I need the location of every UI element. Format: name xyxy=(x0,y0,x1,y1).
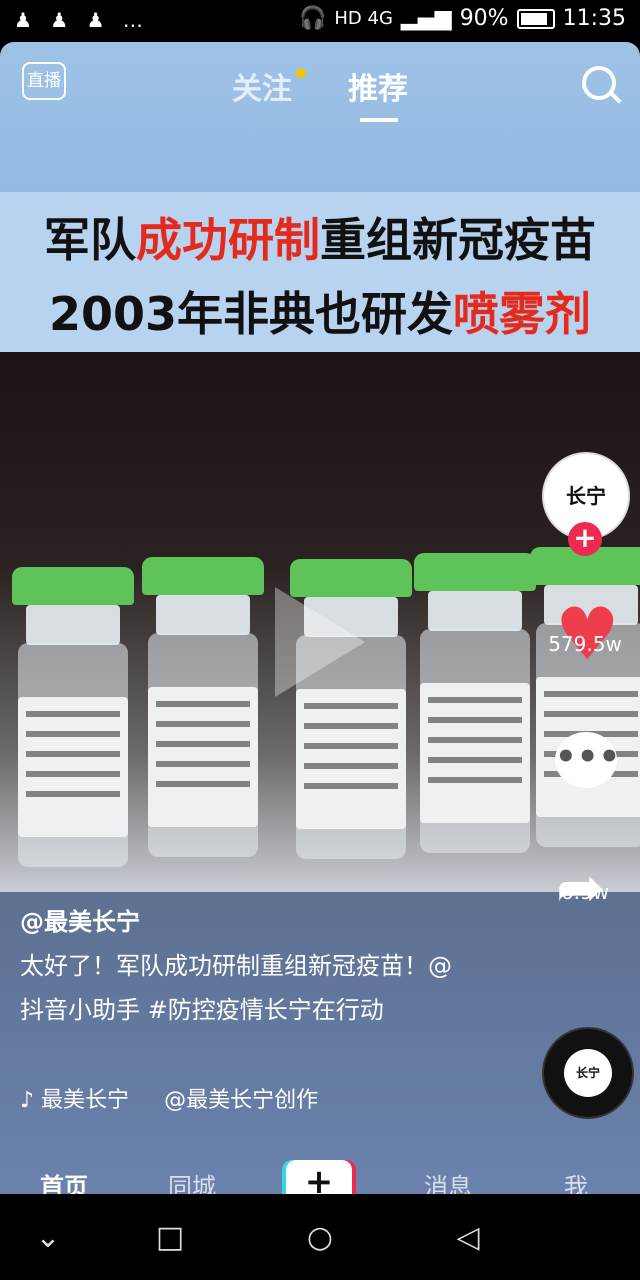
tiktok-note-icon: ♪ xyxy=(20,1088,42,1113)
notification-icons: ♟ ♟ ♟ … xyxy=(14,8,149,32)
video-description: 太好了！军队成功研制重组新冠疫苗！@抖音小助手 #防控疫情长宁在行动 xyxy=(20,952,452,1024)
tab-city[interactable]: 同城 xyxy=(152,1167,232,1194)
clock: 11:35 xyxy=(562,6,626,31)
back-icon[interactable]: ◁ xyxy=(448,1218,488,1258)
play-icon[interactable] xyxy=(275,587,365,697)
collapse-icon[interactable]: ⌄ xyxy=(28,1218,68,1258)
video-feed[interactable]: 军队成功研制重组新冠疫苗 2003年非典也研发喷雾剂 直播 关注 推荐 长宁 +… xyxy=(0,42,640,1194)
music-disc[interactable]: 长宁 xyxy=(542,1027,634,1119)
battery-icon xyxy=(516,8,555,29)
search-icon[interactable] xyxy=(582,66,616,100)
network-label: HD 4G xyxy=(334,8,393,29)
signal-icon: ▂▄▆ xyxy=(400,6,452,31)
home-icon[interactable]: ○ xyxy=(300,1218,340,1258)
music-account: 最美长宁 xyxy=(41,1088,130,1113)
tab-messages[interactable]: 消息 xyxy=(408,1167,488,1194)
comment-count: 205 xyxy=(565,758,605,782)
recent-apps-icon[interactable]: □ xyxy=(150,1218,190,1258)
create-button[interactable]: + xyxy=(286,1160,352,1194)
tab-home[interactable]: 首页 xyxy=(24,1167,104,1194)
vaccine-vial xyxy=(142,557,264,857)
live-button[interactable]: 直播 xyxy=(22,62,66,100)
follow-button[interactable]: + xyxy=(568,522,602,556)
music-info[interactable]: ♪ 最美长宁 @最美长宁创作 xyxy=(20,1082,318,1114)
active-tab-indicator xyxy=(360,118,398,122)
tab-me[interactable]: 我 xyxy=(536,1167,616,1194)
vaccine-vial xyxy=(414,553,536,853)
share-count: 6.9w xyxy=(560,880,610,904)
headphone-icon: 🎧 xyxy=(298,6,327,31)
status-indicators: 🎧 HD 4G ▂▄▆ 90% 11:35 xyxy=(299,6,626,31)
tab-recommend[interactable]: 推荐 xyxy=(348,64,408,108)
vaccine-vial xyxy=(12,567,134,867)
video-title-line-2: 2003年非典也研发喷雾剂 xyxy=(48,287,592,341)
battery-percent: 90% xyxy=(459,6,509,31)
new-content-dot xyxy=(296,68,306,78)
author-name[interactable]: @最美长宁 xyxy=(20,902,140,937)
like-count: 579.5w xyxy=(548,632,622,656)
music-original: @最美长宁创作 xyxy=(164,1088,319,1113)
tab-follow[interactable]: 关注 xyxy=(232,64,292,108)
video-title-line-1: 军队成功研制重组新冠疫苗 xyxy=(44,213,596,267)
